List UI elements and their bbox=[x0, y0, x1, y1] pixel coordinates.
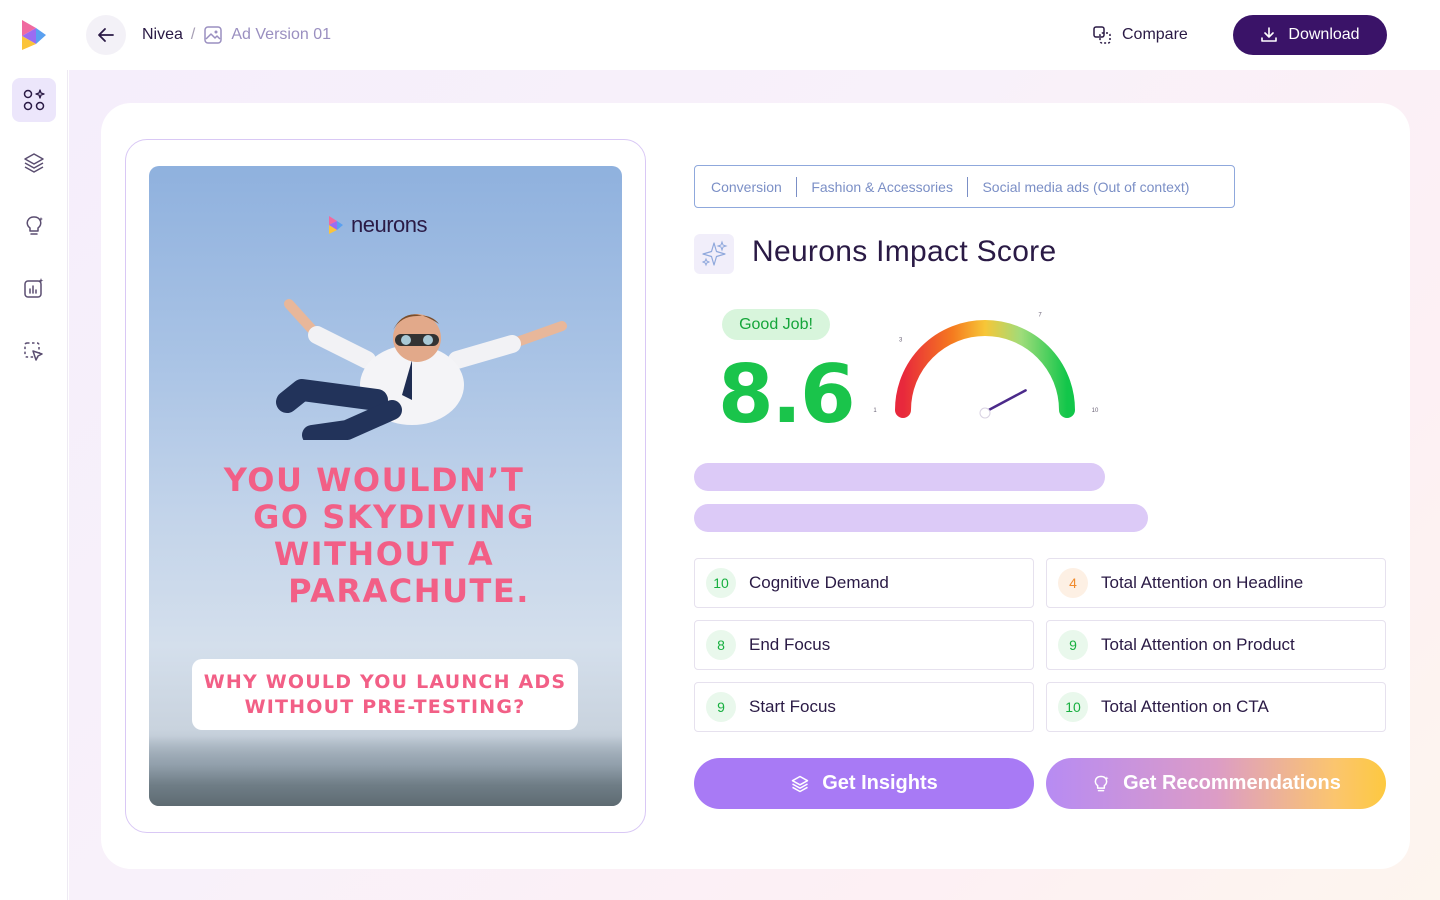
gauge-tick-label: 7 bbox=[1038, 313, 1042, 319]
sidebar-item-overview[interactable] bbox=[12, 78, 56, 122]
breadcrumb-current: Ad Version 01 bbox=[231, 26, 331, 43]
tag-media-type[interactable]: Social media ads (Out of context) bbox=[982, 179, 1189, 195]
layers-icon bbox=[24, 153, 44, 173]
metric-attention-cta[interactable]: 10 Total Attention on CTA bbox=[1046, 682, 1386, 732]
sparkle-icon bbox=[694, 234, 734, 274]
get-recommendations-button[interactable]: Get Recommendations bbox=[1046, 758, 1386, 809]
sidebar-item-analytics[interactable] bbox=[12, 267, 56, 311]
ad-headline-line: PARACHUTE. bbox=[288, 572, 530, 610]
metric-cognitive-demand[interactable]: 10 Cognitive Demand bbox=[694, 558, 1034, 608]
ad-subline-line: WHY WOULD YOU LAUNCH ADS bbox=[203, 670, 567, 693]
score-gauge: 135710 bbox=[873, 313, 1099, 419]
tag-divider bbox=[966, 176, 969, 197]
download-label: Download bbox=[1288, 26, 1360, 43]
sidebar bbox=[0, 70, 68, 900]
metric-score: 8 bbox=[706, 630, 736, 660]
ad-subline-box: WHY WOULD YOU LAUNCH ADS WITHOUT PRE-TES… bbox=[192, 659, 578, 730]
back-button[interactable] bbox=[86, 15, 126, 55]
loading-placeholder-bar bbox=[694, 463, 1105, 491]
neurons-logo[interactable] bbox=[18, 18, 50, 52]
score-badge: Good Job! bbox=[722, 309, 830, 340]
arrow-left-icon bbox=[98, 28, 114, 42]
metric-label: Total Attention on CTA bbox=[1101, 697, 1269, 716]
skydiver-illustration bbox=[276, 299, 567, 440]
metric-score: 10 bbox=[1058, 692, 1088, 722]
gauge-tick-label: 1 bbox=[873, 408, 877, 414]
ad-creative[interactable]: neurons YOU WOULDN’T GO SKYDIVING WITHOU… bbox=[149, 166, 622, 806]
sidebar-item-select[interactable] bbox=[12, 330, 56, 374]
download-button[interactable]: Download bbox=[1233, 15, 1387, 55]
loading-placeholder-bar bbox=[694, 504, 1148, 532]
metric-label: Total Attention on Product bbox=[1101, 635, 1295, 654]
lightbulb-icon bbox=[1094, 775, 1109, 791]
breadcrumb-root[interactable]: Nivea bbox=[142, 26, 183, 44]
download-icon bbox=[1261, 27, 1278, 42]
metric-score: 9 bbox=[1058, 630, 1088, 660]
ad-headline: YOU WOULDN’T GO SKYDIVING WITHOUT A PARA… bbox=[189, 462, 589, 610]
cursor-select-icon bbox=[24, 342, 43, 361]
chart-sparkle-icon bbox=[24, 278, 44, 298]
ad-brand-logo: neurons bbox=[327, 212, 428, 238]
metric-label: Start Focus bbox=[749, 697, 836, 716]
metric-label: Total Attention on Headline bbox=[1101, 573, 1304, 592]
tag-divider bbox=[795, 176, 798, 197]
sidebar-item-recommendations[interactable] bbox=[12, 204, 56, 248]
breadcrumb-separator: / bbox=[190, 26, 196, 43]
metric-label: End Focus bbox=[749, 635, 831, 654]
metric-attention-headline[interactable]: 4 Total Attention on Headline bbox=[1046, 558, 1386, 608]
metric-score: 4 bbox=[1058, 568, 1088, 598]
sidebar-item-layers[interactable] bbox=[12, 141, 56, 185]
lightbulb-icon bbox=[26, 216, 43, 235]
ad-headline-line: WITHOUT A bbox=[273, 535, 495, 573]
gauge-needle bbox=[983, 389, 1027, 414]
category-tags: Conversion Fashion & Accessories Social … bbox=[694, 165, 1235, 208]
apps-sparkle-icon bbox=[23, 89, 45, 111]
score-title: Neurons Impact Score bbox=[752, 235, 1057, 268]
get-insights-button[interactable]: Get Insights bbox=[694, 758, 1034, 809]
gauge-pivot bbox=[979, 407, 991, 419]
metric-end-focus[interactable]: 8 End Focus bbox=[694, 620, 1034, 670]
get-recommendations-label: Get Recommendations bbox=[1123, 772, 1341, 794]
metric-attention-product[interactable]: 9 Total Attention on Product bbox=[1046, 620, 1386, 670]
compare-label: Compare bbox=[1122, 26, 1188, 43]
tag-goal[interactable]: Conversion bbox=[711, 179, 782, 195]
metric-label: Cognitive Demand bbox=[749, 573, 889, 592]
ad-subline-line: WITHOUT PRE-TESTING? bbox=[244, 695, 526, 718]
gauge-tick-label: 10 bbox=[1092, 408, 1099, 414]
ad-headline-line: YOU WOULDN’T bbox=[223, 461, 525, 499]
compare-icon bbox=[1093, 26, 1111, 44]
metric-start-focus[interactable]: 9 Start Focus bbox=[694, 682, 1034, 732]
score-value: 8.6 bbox=[718, 348, 856, 441]
ad-headline-line: GO SKYDIVING bbox=[253, 498, 535, 536]
ad-brand-name: neurons bbox=[351, 212, 428, 237]
gauge-tick-label: 3 bbox=[899, 337, 903, 343]
layers-icon bbox=[791, 775, 809, 792]
neurons-logo-icon bbox=[329, 216, 343, 234]
metric-score: 9 bbox=[706, 692, 736, 722]
ad-landscape bbox=[149, 736, 622, 806]
compare-button[interactable]: Compare bbox=[1092, 20, 1188, 50]
top-bar: Nivea / Ad Version 01 Compare Download bbox=[0, 0, 1440, 70]
tag-industry[interactable]: Fashion & Accessories bbox=[811, 179, 953, 195]
image-icon bbox=[203, 25, 223, 45]
breadcrumb: Nivea / Ad Version 01 bbox=[142, 24, 331, 46]
metric-score: 10 bbox=[706, 568, 736, 598]
get-insights-label: Get Insights bbox=[822, 772, 938, 794]
